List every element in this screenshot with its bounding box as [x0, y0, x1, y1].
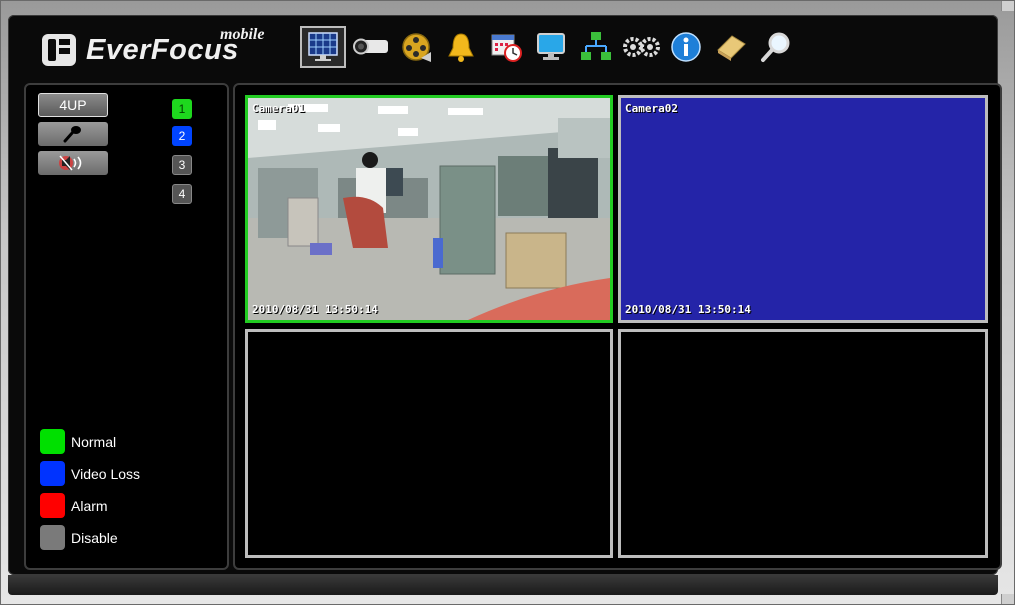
display-button[interactable]	[531, 27, 571, 67]
camera-01-feed	[248, 98, 610, 320]
search-icon	[761, 32, 790, 62]
legend-label: Disable	[71, 529, 118, 546]
channel-3-indicator[interactable]: 3	[172, 155, 192, 175]
main-toolbar	[300, 25, 801, 69]
scrollbar-bottom[interactable]	[1001, 594, 1014, 604]
brand-sub: mobile	[220, 26, 265, 43]
monitor-icon	[537, 33, 565, 60]
log-book-icon	[717, 35, 746, 61]
log-button[interactable]	[711, 27, 751, 67]
live-view-button[interactable]	[300, 26, 346, 68]
info-button[interactable]	[666, 27, 706, 67]
alarm-button[interactable]	[441, 27, 481, 67]
alarm-bell-icon	[448, 33, 474, 62]
camera-tile-2[interactable]: Camera02 2010/08/31 13:50:14	[618, 95, 988, 323]
settings-gears-icon	[623, 37, 660, 57]
speaker-button[interactable]	[38, 151, 108, 175]
control-panel: 4UP 1 2 3 4 Normal Video Loss Alarm Disa…	[24, 83, 229, 570]
legend-swatch-video-loss	[40, 461, 65, 486]
live-view-icon	[308, 32, 338, 61]
everfocus-logo-mark-icon	[42, 34, 76, 66]
playback-button[interactable]	[396, 27, 436, 67]
camera-tile-4[interactable]	[618, 329, 988, 558]
dvr-app: EverFocus mobile 4UP 1 2 3 4 Normal Vide…	[8, 15, 1002, 575]
scrollbar-top[interactable]	[1001, 1, 1014, 11]
schedule-calendar-icon	[491, 34, 522, 62]
schedule-button[interactable]	[486, 27, 526, 67]
legend-label: Normal	[71, 433, 117, 450]
legend-label: Video Loss	[71, 465, 141, 482]
channel-2-indicator[interactable]: 2	[172, 126, 192, 146]
legend-alarm: Alarm	[40, 493, 108, 518]
legend-disable: Disable	[40, 525, 118, 550]
microphone-button[interactable]	[38, 122, 108, 146]
camera-icon	[353, 38, 388, 55]
network-icon	[581, 32, 611, 60]
camera-tile-1[interactable]: Camera01 2010/08/31 13:50:14	[245, 95, 613, 323]
layout-4up-button[interactable]: 4UP	[38, 93, 108, 117]
legend-video-loss: Video Loss	[40, 461, 140, 486]
status-bar	[8, 575, 998, 595]
everfocus-logo: EverFocus mobile	[42, 26, 264, 70]
channel-1-indicator[interactable]: 1	[172, 99, 192, 119]
legend-label: Alarm	[71, 497, 108, 514]
microphone-icon	[63, 126, 81, 143]
camera-timestamp: 2010/08/31 13:50:14	[252, 303, 378, 316]
info-icon	[671, 32, 701, 62]
camera-tile-3[interactable]	[245, 329, 613, 558]
legend-swatch-normal	[40, 429, 65, 454]
settings-button[interactable]	[621, 27, 661, 67]
legend-normal: Normal	[40, 429, 116, 454]
camera-name: Camera01	[252, 102, 305, 115]
search-button[interactable]	[756, 27, 796, 67]
camera-button[interactable]	[351, 27, 391, 67]
network-button[interactable]	[576, 27, 616, 67]
playback-reel-icon	[402, 33, 431, 62]
legend-swatch-alarm	[40, 493, 65, 518]
camera-timestamp: 2010/08/31 13:50:14	[625, 303, 751, 316]
camera-name: Camera02	[625, 102, 678, 115]
video-grid: Camera01 2010/08/31 13:50:14 Camera02 20…	[233, 83, 1002, 570]
channel-4-indicator[interactable]: 4	[172, 184, 192, 204]
speaker-muted-icon	[59, 155, 82, 171]
legend-swatch-disable	[40, 525, 65, 550]
brand-name: EverFocus	[86, 33, 239, 66]
